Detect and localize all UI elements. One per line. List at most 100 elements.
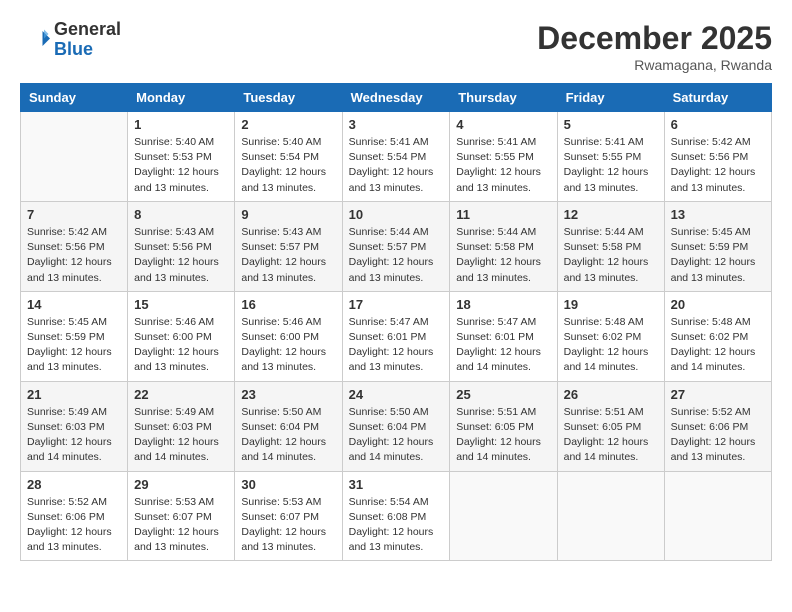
weekday-header-monday: Monday (128, 84, 235, 112)
day-number: 5 (564, 117, 658, 132)
day-info: Sunrise: 5:48 AM Sunset: 6:02 PM Dayligh… (671, 315, 765, 376)
calendar-cell: 19 Sunrise: 5:48 AM Sunset: 6:02 PM Dayl… (557, 291, 664, 381)
calendar-cell: 4 Sunrise: 5:41 AM Sunset: 5:55 PM Dayli… (450, 112, 557, 202)
day-info: Sunrise: 5:42 AM Sunset: 5:56 PM Dayligh… (27, 225, 121, 286)
month-title: December 2025 (537, 20, 772, 57)
calendar-cell (664, 471, 771, 561)
sunrise-text: Sunrise: 5:41 AM (349, 136, 429, 148)
calendar-week-row: 21 Sunrise: 5:49 AM Sunset: 6:03 PM Dayl… (21, 381, 772, 471)
daylight-text: Daylight: 12 hours and 14 minutes. (456, 436, 541, 463)
sunset-text: Sunset: 5:57 PM (349, 241, 427, 253)
sunset-text: Sunset: 6:03 PM (27, 421, 105, 433)
calendar-cell: 15 Sunrise: 5:46 AM Sunset: 6:00 PM Dayl… (128, 291, 235, 381)
calendar-cell: 5 Sunrise: 5:41 AM Sunset: 5:55 PM Dayli… (557, 112, 664, 202)
daylight-text: Daylight: 12 hours and 13 minutes. (456, 256, 541, 283)
sunset-text: Sunset: 6:00 PM (241, 331, 319, 343)
day-number: 23 (241, 387, 335, 402)
day-info: Sunrise: 5:40 AM Sunset: 5:54 PM Dayligh… (241, 135, 335, 196)
sunrise-text: Sunrise: 5:43 AM (134, 226, 214, 238)
day-number: 25 (456, 387, 550, 402)
day-number: 27 (671, 387, 765, 402)
day-info: Sunrise: 5:50 AM Sunset: 6:04 PM Dayligh… (241, 405, 335, 466)
day-number: 17 (349, 297, 444, 312)
daylight-text: Daylight: 12 hours and 13 minutes. (241, 346, 326, 373)
day-info: Sunrise: 5:49 AM Sunset: 6:03 PM Dayligh… (134, 405, 228, 466)
day-number: 21 (27, 387, 121, 402)
day-info: Sunrise: 5:44 AM Sunset: 5:58 PM Dayligh… (564, 225, 658, 286)
logo-icon (20, 25, 50, 55)
sunrise-text: Sunrise: 5:53 AM (134, 496, 214, 508)
daylight-text: Daylight: 12 hours and 13 minutes. (27, 526, 112, 553)
sunrise-text: Sunrise: 5:44 AM (564, 226, 644, 238)
day-number: 16 (241, 297, 335, 312)
daylight-text: Daylight: 12 hours and 13 minutes. (564, 256, 649, 283)
sunrise-text: Sunrise: 5:54 AM (349, 496, 429, 508)
day-info: Sunrise: 5:49 AM Sunset: 6:03 PM Dayligh… (27, 405, 121, 466)
calendar-cell: 27 Sunrise: 5:52 AM Sunset: 6:06 PM Dayl… (664, 381, 771, 471)
day-info: Sunrise: 5:53 AM Sunset: 6:07 PM Dayligh… (241, 495, 335, 556)
sunrise-text: Sunrise: 5:43 AM (241, 226, 321, 238)
sunset-text: Sunset: 6:07 PM (134, 511, 212, 523)
day-number: 31 (349, 477, 444, 492)
sunrise-text: Sunrise: 5:44 AM (349, 226, 429, 238)
day-number: 29 (134, 477, 228, 492)
day-info: Sunrise: 5:47 AM Sunset: 6:01 PM Dayligh… (349, 315, 444, 376)
day-info: Sunrise: 5:44 AM Sunset: 5:58 PM Dayligh… (456, 225, 550, 286)
sunrise-text: Sunrise: 5:45 AM (671, 226, 751, 238)
calendar-cell: 18 Sunrise: 5:47 AM Sunset: 6:01 PM Dayl… (450, 291, 557, 381)
sunset-text: Sunset: 5:56 PM (671, 151, 749, 163)
sunrise-text: Sunrise: 5:40 AM (134, 136, 214, 148)
daylight-text: Daylight: 12 hours and 14 minutes. (241, 436, 326, 463)
calendar-cell (557, 471, 664, 561)
daylight-text: Daylight: 12 hours and 13 minutes. (456, 166, 541, 193)
calendar-week-row: 7 Sunrise: 5:42 AM Sunset: 5:56 PM Dayli… (21, 201, 772, 291)
calendar-cell: 30 Sunrise: 5:53 AM Sunset: 6:07 PM Dayl… (235, 471, 342, 561)
daylight-text: Daylight: 12 hours and 13 minutes. (241, 166, 326, 193)
day-number: 9 (241, 207, 335, 222)
calendar-cell: 17 Sunrise: 5:47 AM Sunset: 6:01 PM Dayl… (342, 291, 450, 381)
day-info: Sunrise: 5:41 AM Sunset: 5:54 PM Dayligh… (349, 135, 444, 196)
daylight-text: Daylight: 12 hours and 13 minutes. (671, 436, 756, 463)
daylight-text: Daylight: 12 hours and 13 minutes. (241, 526, 326, 553)
calendar-cell: 6 Sunrise: 5:42 AM Sunset: 5:56 PM Dayli… (664, 112, 771, 202)
day-info: Sunrise: 5:41 AM Sunset: 5:55 PM Dayligh… (564, 135, 658, 196)
logo-general-text: General (54, 20, 121, 40)
sunset-text: Sunset: 6:02 PM (671, 331, 749, 343)
day-number: 18 (456, 297, 550, 312)
sunrise-text: Sunrise: 5:44 AM (456, 226, 536, 238)
day-info: Sunrise: 5:51 AM Sunset: 6:05 PM Dayligh… (456, 405, 550, 466)
calendar-cell: 31 Sunrise: 5:54 AM Sunset: 6:08 PM Dayl… (342, 471, 450, 561)
day-info: Sunrise: 5:52 AM Sunset: 6:06 PM Dayligh… (671, 405, 765, 466)
day-number: 20 (671, 297, 765, 312)
sunrise-text: Sunrise: 5:48 AM (671, 316, 751, 328)
day-info: Sunrise: 5:51 AM Sunset: 6:05 PM Dayligh… (564, 405, 658, 466)
daylight-text: Daylight: 12 hours and 14 minutes. (134, 436, 219, 463)
sunset-text: Sunset: 6:06 PM (671, 421, 749, 433)
calendar-cell: 12 Sunrise: 5:44 AM Sunset: 5:58 PM Dayl… (557, 201, 664, 291)
sunset-text: Sunset: 5:58 PM (564, 241, 642, 253)
sunrise-text: Sunrise: 5:52 AM (27, 496, 107, 508)
day-number: 28 (27, 477, 121, 492)
daylight-text: Daylight: 12 hours and 13 minutes. (27, 256, 112, 283)
day-info: Sunrise: 5:50 AM Sunset: 6:04 PM Dayligh… (349, 405, 444, 466)
daylight-text: Daylight: 12 hours and 14 minutes. (564, 436, 649, 463)
daylight-text: Daylight: 12 hours and 14 minutes. (27, 436, 112, 463)
title-block: December 2025 Rwamagana, Rwanda (537, 20, 772, 73)
sunset-text: Sunset: 5:57 PM (241, 241, 319, 253)
day-number: 26 (564, 387, 658, 402)
day-number: 7 (27, 207, 121, 222)
calendar-cell (21, 112, 128, 202)
calendar-cell: 7 Sunrise: 5:42 AM Sunset: 5:56 PM Dayli… (21, 201, 128, 291)
weekday-header-tuesday: Tuesday (235, 84, 342, 112)
sunset-text: Sunset: 6:01 PM (456, 331, 534, 343)
day-number: 22 (134, 387, 228, 402)
daylight-text: Daylight: 12 hours and 13 minutes. (241, 256, 326, 283)
sunrise-text: Sunrise: 5:41 AM (564, 136, 644, 148)
day-number: 10 (349, 207, 444, 222)
day-number: 19 (564, 297, 658, 312)
sunset-text: Sunset: 5:53 PM (134, 151, 212, 163)
day-number: 30 (241, 477, 335, 492)
day-info: Sunrise: 5:48 AM Sunset: 6:02 PM Dayligh… (564, 315, 658, 376)
calendar-week-row: 14 Sunrise: 5:45 AM Sunset: 5:59 PM Dayl… (21, 291, 772, 381)
sunset-text: Sunset: 6:00 PM (134, 331, 212, 343)
